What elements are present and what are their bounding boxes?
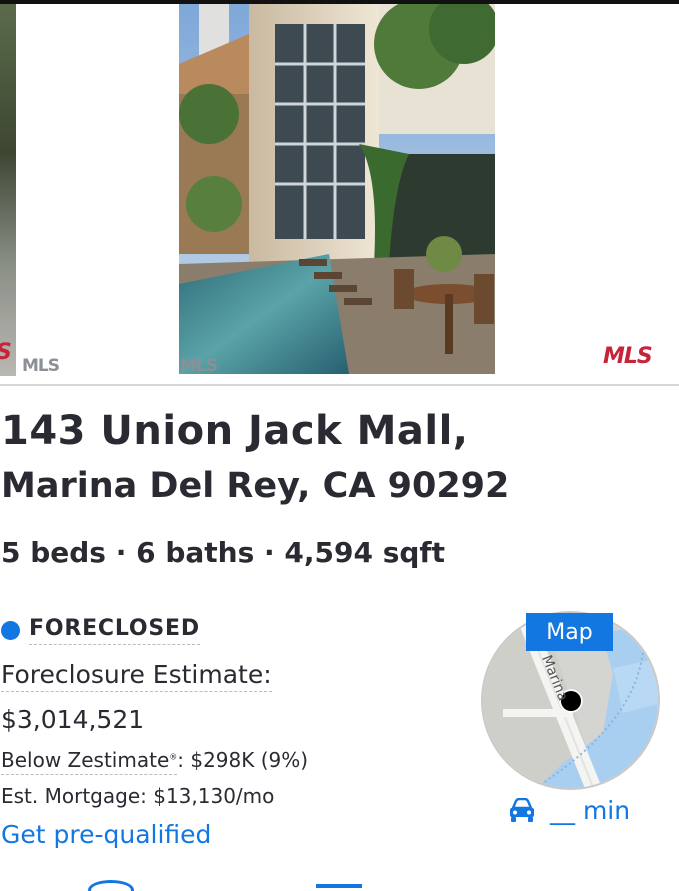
house-photo-image (179, 4, 495, 374)
zestimate-value: : $298K (9%) (177, 748, 309, 772)
mls-watermark: S (0, 340, 12, 365)
foreclosure-estimate-label[interactable]: Foreclosure Estimate: (1, 660, 272, 692)
zestimate-label[interactable]: Below Zestimate® (1, 748, 178, 775)
status-badge[interactable]: FORECLOSED (29, 616, 200, 645)
photo-gallery[interactable]: S MLS (0, 4, 679, 376)
address-line-2: Marina Del Rey, CA 90292 (1, 466, 510, 506)
home-facts: 5 beds · 6 baths · 4,594 sqft (1, 536, 445, 569)
mls-watermark: MLS (22, 356, 60, 376)
mls-watermark: MLS (603, 344, 653, 369)
address-line-1: 143 Union Jack Mall, (1, 408, 469, 454)
estimated-mortgage: Est. Mortgage: $13,130/mo (1, 784, 275, 808)
drive-time[interactable]: __ min (508, 796, 630, 825)
status-dot-icon (1, 621, 20, 640)
registered-mark: ® (169, 752, 178, 762)
heart-icon[interactable] (88, 880, 134, 891)
mls-watermark: MLS (180, 356, 218, 376)
previous-photo[interactable] (0, 4, 16, 376)
car-icon (510, 797, 534, 822)
share-icon[interactable] (316, 884, 362, 888)
listing-photo[interactable] (179, 4, 495, 374)
get-prequalified-link[interactable]: Get pre-qualified (1, 820, 211, 849)
zestimate-label-text: Below Zestimate (1, 748, 170, 772)
zestimate-comparison: Below Zestimate® : $298K (9%) (1, 748, 308, 775)
drive-time-label: __ min (550, 796, 631, 825)
foreclosure-estimate-value: $3,014,521 (1, 705, 145, 734)
divider (0, 384, 679, 386)
map-button[interactable]: Map (526, 613, 613, 651)
listing-status[interactable]: FORECLOSED (1, 616, 200, 645)
